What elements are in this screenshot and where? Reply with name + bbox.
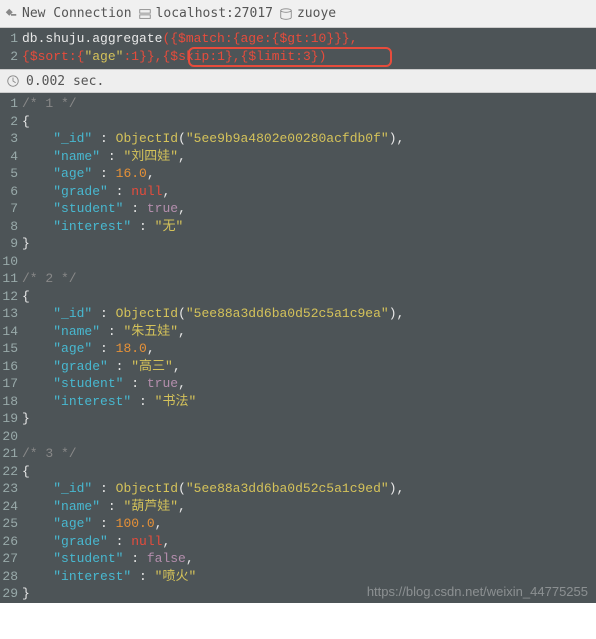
line-number: 13: [0, 305, 22, 323]
line-number: 1: [0, 30, 22, 48]
line-number: 16: [0, 358, 22, 376]
line-number: 28: [0, 568, 22, 586]
line-number: 8: [0, 218, 22, 236]
line-number: 15: [0, 340, 22, 358]
line-number: 18: [0, 393, 22, 411]
query-editor[interactable]: 1db.shuju.aggregate({$match:{age:{$gt:10…: [0, 28, 596, 69]
line-number: 11: [0, 270, 22, 288]
line-number: 14: [0, 323, 22, 341]
database-label: zuoye: [297, 6, 336, 21]
line-number: 7: [0, 200, 22, 218]
execution-time: 0.002 sec.: [26, 74, 104, 89]
toolbar: New Connection localhost:27017 zuoye: [0, 0, 596, 28]
line-number: 17: [0, 375, 22, 393]
result-viewer[interactable]: 1/* 1 */2{3 "_id" : ObjectId("5ee9b9a480…: [0, 93, 596, 603]
line-number: 26: [0, 533, 22, 551]
line-number: 10: [0, 253, 22, 271]
line-number: 20: [0, 428, 22, 446]
line-number: 25: [0, 515, 22, 533]
new-connection-label: New Connection: [22, 6, 132, 21]
line-number: 19: [0, 410, 22, 428]
new-connection-button[interactable]: New Connection: [4, 6, 132, 21]
line-number: 5: [0, 165, 22, 183]
database-icon: [279, 7, 293, 21]
host-button[interactable]: localhost:27017: [138, 6, 273, 21]
line-number: 24: [0, 498, 22, 516]
line-number: 12: [0, 288, 22, 306]
line-number: 27: [0, 550, 22, 568]
server-icon: [138, 7, 152, 21]
line-number: 29: [0, 585, 22, 603]
clock-icon: [6, 74, 20, 88]
line-number: 23: [0, 480, 22, 498]
line-number: 6: [0, 183, 22, 201]
status-bar: 0.002 sec.: [0, 69, 596, 93]
line-number: 4: [0, 148, 22, 166]
line-number: 9: [0, 235, 22, 253]
line-number: 3: [0, 130, 22, 148]
line-number: 2: [0, 113, 22, 131]
line-number: 21: [0, 445, 22, 463]
plug-icon: [4, 7, 18, 21]
database-button[interactable]: zuoye: [279, 6, 336, 21]
line-number: 1: [0, 95, 22, 113]
host-label: localhost:27017: [156, 6, 273, 21]
line-number: 2: [0, 48, 22, 66]
watermark: https://blog.csdn.net/weixin_44775255: [367, 584, 588, 599]
line-number: 22: [0, 463, 22, 481]
